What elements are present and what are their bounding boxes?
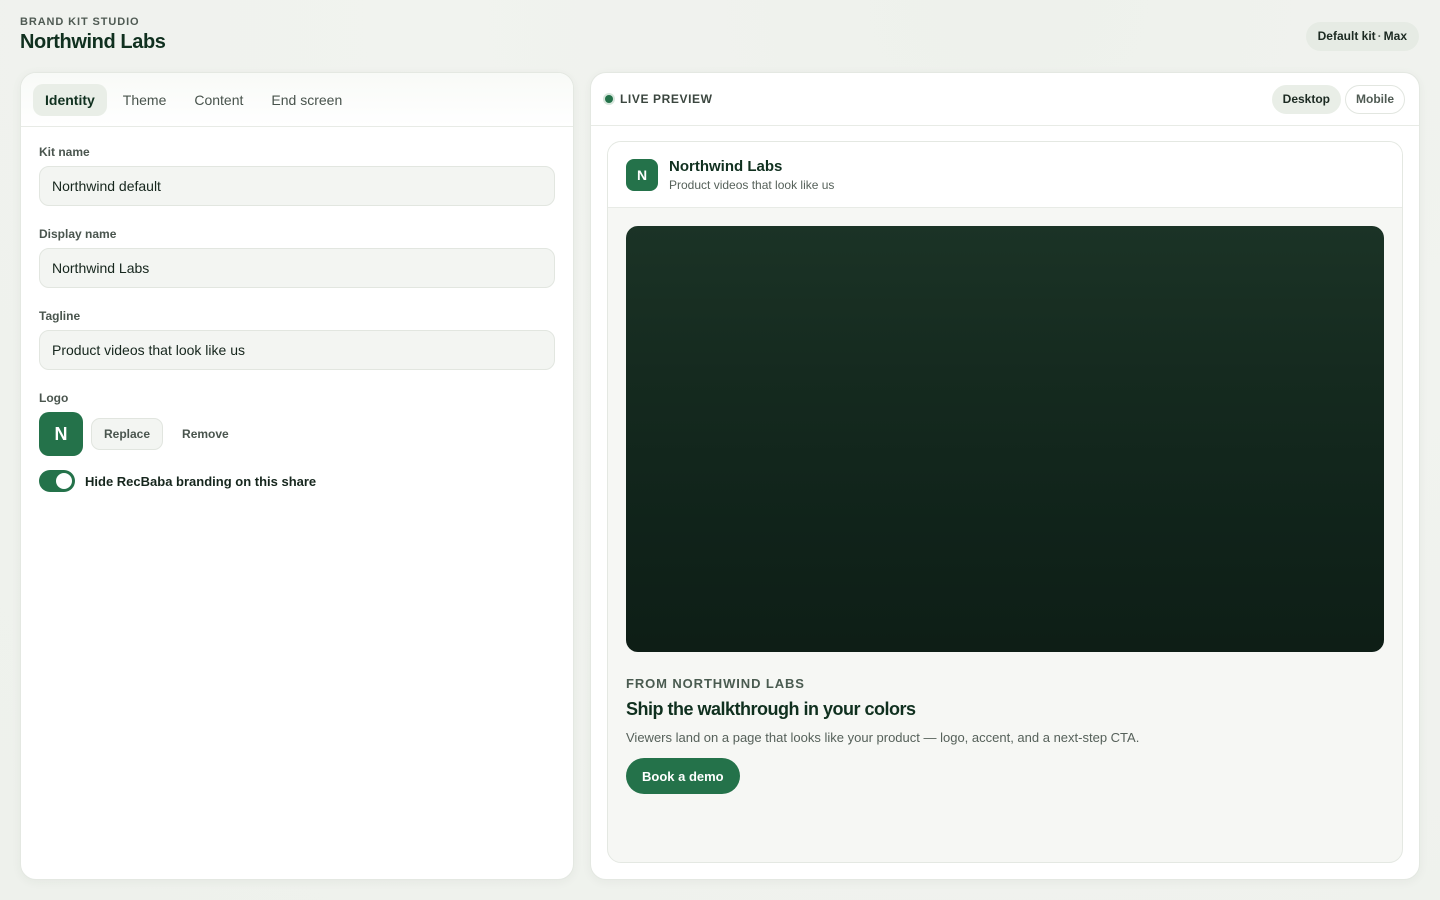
share-page-preview: N Northwind Labs Product videos that loo… bbox=[607, 141, 1403, 863]
display-name-label: Display name bbox=[39, 227, 117, 241]
tagline-label: Tagline bbox=[39, 309, 81, 323]
logo-thumbnail: N bbox=[39, 412, 83, 456]
video-player[interactable] bbox=[626, 226, 1384, 652]
identity-form: Kit name Display name Tagline Logo N Rep… bbox=[21, 127, 573, 492]
live-preview-label: LIVE PREVIEW bbox=[620, 92, 713, 106]
branding-toggle-row: Hide RecBaba branding on this share bbox=[39, 470, 555, 492]
editor-tabs: Identity Theme Content End screen bbox=[21, 73, 573, 127]
editor-panel: Identity Theme Content End screen Kit na… bbox=[20, 72, 574, 880]
hide-branding-label: Hide RecBaba branding on this share bbox=[85, 473, 317, 489]
badge-separator: · bbox=[1377, 29, 1382, 43]
share-brand-name: Northwind Labs bbox=[669, 157, 783, 175]
logo-row: N Replace Remove bbox=[39, 412, 555, 456]
kit-name: Default kit bbox=[1317, 29, 1376, 43]
tab-content[interactable]: Content bbox=[182, 84, 255, 116]
share-logo: N bbox=[626, 158, 658, 191]
logo-label: Logo bbox=[39, 391, 69, 405]
share-headline: Ship the walkthrough in your colors bbox=[626, 699, 916, 719]
toggle-knob bbox=[56, 473, 72, 489]
desktop-mode-button[interactable]: Desktop bbox=[1271, 84, 1341, 114]
display-name-input[interactable] bbox=[39, 248, 555, 288]
page-header: BRAND KIT STUDIO Northwind Labs bbox=[20, 16, 166, 54]
tab-identity[interactable]: Identity bbox=[33, 83, 107, 116]
page-title: Northwind Labs bbox=[20, 31, 166, 53]
tab-theme[interactable]: Theme bbox=[111, 84, 179, 116]
share-description: Viewers land on a page that looks like y… bbox=[626, 730, 1140, 745]
preview-panel: LIVE PREVIEW Desktop Mobile N Northwind … bbox=[590, 72, 1420, 880]
share-eyebrow: FROM NORTHWIND LABS bbox=[626, 676, 805, 691]
live-status-dot-icon bbox=[605, 95, 613, 103]
device-switcher: Desktop Mobile bbox=[1271, 84, 1405, 114]
plan-name: Max bbox=[1383, 29, 1407, 43]
preview-toolbar: LIVE PREVIEW Desktop Mobile bbox=[591, 73, 1419, 126]
kit-plan-badge[interactable]: Default kit · Max bbox=[1305, 22, 1419, 51]
remove-logo-button[interactable]: Remove bbox=[171, 418, 240, 450]
page-eyebrow: BRAND KIT STUDIO bbox=[20, 16, 140, 28]
hide-branding-toggle[interactable] bbox=[39, 470, 75, 492]
kit-name-label: Kit name bbox=[39, 145, 90, 159]
tagline-input[interactable] bbox=[39, 330, 555, 370]
kit-name-input[interactable] bbox=[39, 166, 555, 206]
mobile-mode-button[interactable]: Mobile bbox=[1345, 84, 1405, 114]
book-demo-button[interactable]: Book a demo bbox=[626, 758, 740, 794]
share-body: FROM NORTHWIND LABS Ship the walkthrough… bbox=[626, 676, 1384, 794]
replace-logo-button[interactable]: Replace bbox=[91, 418, 164, 450]
share-header: N Northwind Labs Product videos that loo… bbox=[608, 142, 1402, 208]
share-brand-text: Northwind Labs Product videos that look … bbox=[669, 158, 834, 192]
share-brand-tagline: Product videos that look like us bbox=[669, 177, 835, 192]
tab-end-screen[interactable]: End screen bbox=[259, 84, 354, 116]
